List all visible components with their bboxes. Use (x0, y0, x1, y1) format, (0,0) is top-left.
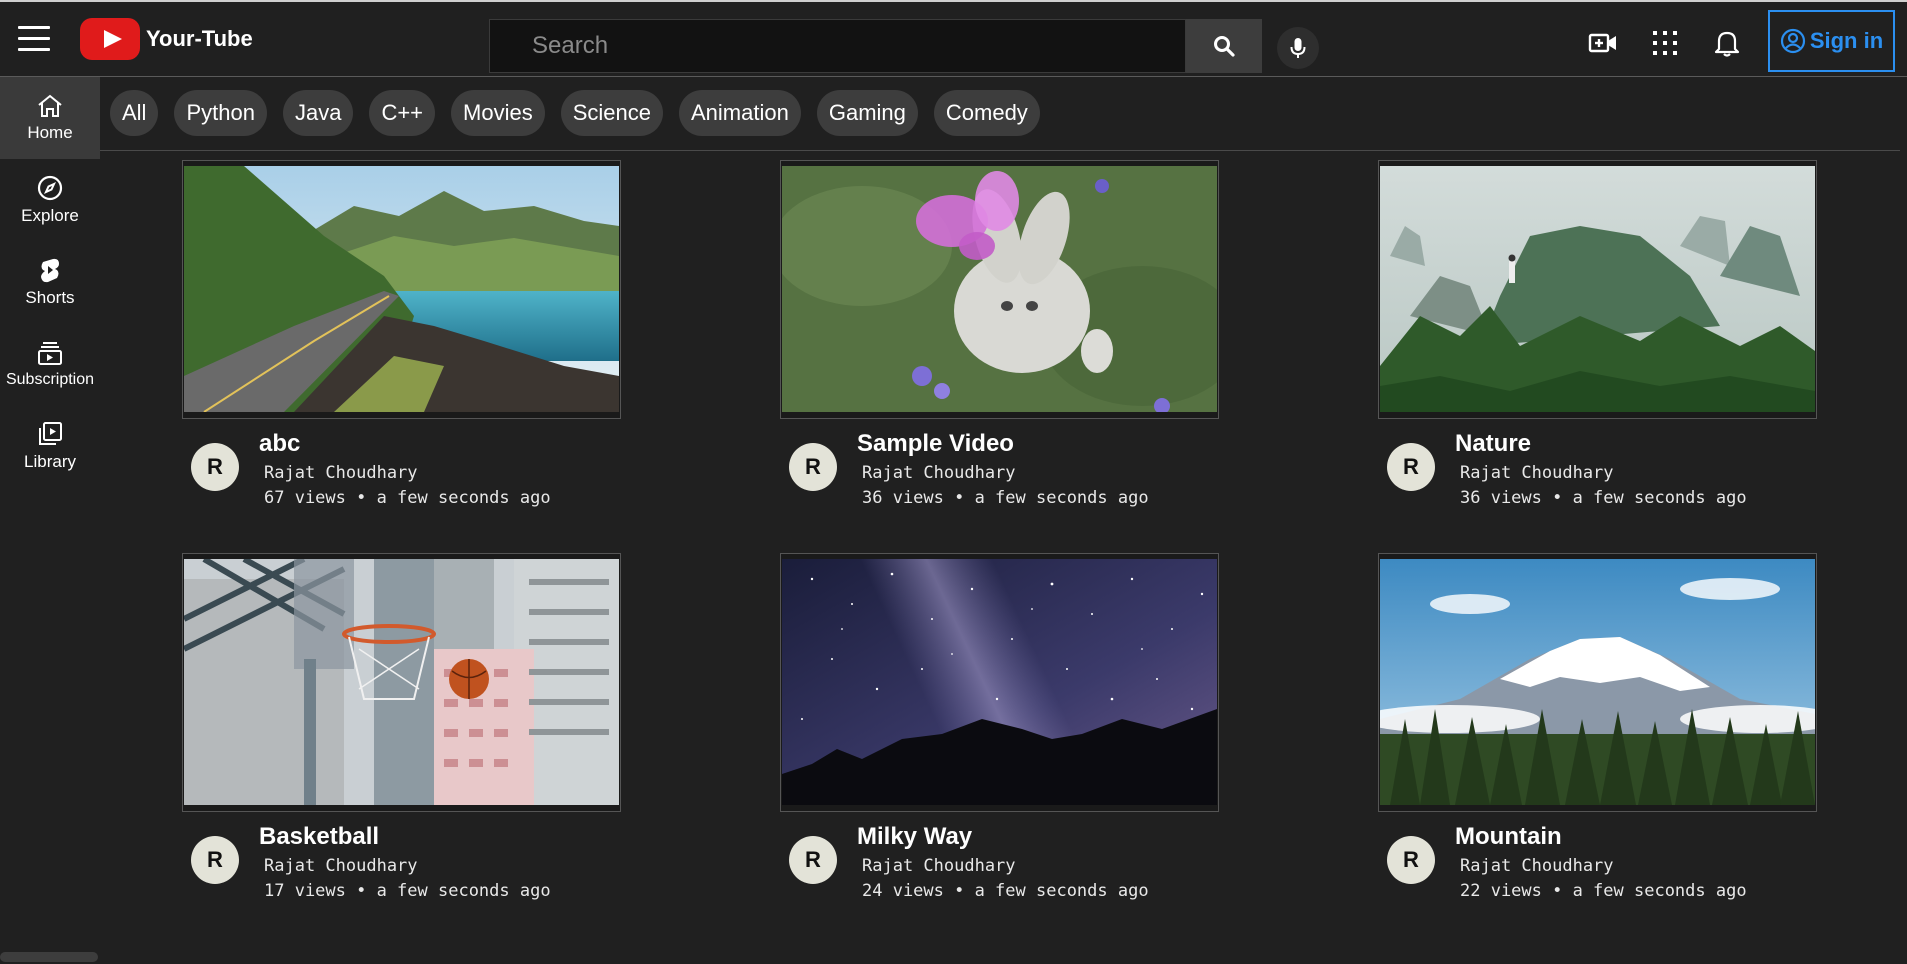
sidebar-item-label: Explore (21, 206, 79, 225)
channel-name[interactable]: Rajat Choudhary (264, 856, 418, 876)
divider (100, 150, 1900, 151)
video-meta: 36 views • a few seconds ago (862, 488, 1149, 508)
video-card[interactable]: R Basketball Rajat Choudhary 17 views • … (182, 553, 621, 923)
coastal-road-thumbnail (184, 166, 619, 412)
video-card[interactable]: R Nature Rajat Choudhary 36 views • a fe… (1378, 160, 1817, 530)
library-icon (39, 422, 62, 445)
account-circle-icon (1780, 28, 1805, 54)
search-button[interactable] (1186, 19, 1262, 73)
channel-avatar[interactable]: R (1387, 836, 1435, 884)
chip-python[interactable]: Python (174, 90, 267, 136)
subscriptions-icon (38, 342, 62, 365)
channel-avatar[interactable]: R (789, 443, 837, 491)
video-title[interactable]: Sample Video (857, 430, 1014, 458)
night-sky-thumbnail (782, 559, 1217, 805)
logo[interactable]: Your-Tube (80, 18, 253, 60)
video-meta: 17 views • a few seconds ago (264, 881, 551, 901)
video-thumbnail[interactable] (182, 553, 621, 812)
video-title[interactable]: Milky Way (857, 823, 972, 851)
video-title[interactable]: Basketball (259, 823, 379, 851)
channel-avatar[interactable]: R (1387, 443, 1435, 491)
snowy-mountain-thumbnail (1380, 559, 1815, 805)
sidebar-item-label: Home (27, 123, 73, 142)
video-thumbnail[interactable] (1378, 553, 1817, 812)
sidebar-scrollbar[interactable] (0, 952, 98, 962)
chip-animation[interactable]: Animation (679, 90, 801, 136)
chip-java[interactable]: Java (282, 90, 354, 136)
bunny-butterfly-thumbnail (782, 166, 1217, 412)
video-meta: 67 views • a few seconds ago (264, 488, 551, 508)
app-name: Your-Tube (146, 26, 253, 51)
video-thumbnail[interactable] (1378, 160, 1817, 419)
chip-movies[interactable]: Movies (451, 90, 545, 136)
video-plus-icon (1588, 33, 1616, 53)
create-video-button[interactable] (1586, 26, 1620, 60)
hamburger-icon[interactable] (18, 26, 50, 54)
apps-grid-icon (1653, 31, 1677, 55)
sidebar-item-explore[interactable]: Explore (0, 159, 100, 241)
channel-name[interactable]: Rajat Choudhary (1460, 463, 1614, 483)
filter-chips: All Python Java C++ Movies Science Anima… (110, 90, 1056, 136)
chip-comedy[interactable]: Comedy (933, 90, 1040, 136)
chip-science[interactable]: Science (560, 90, 663, 136)
compass-icon (37, 175, 63, 201)
video-title[interactable]: Mountain (1455, 823, 1562, 851)
chip-all[interactable]: All (110, 90, 159, 136)
sidebar-item-label: Shorts (25, 288, 75, 307)
sidebar-item-label: Subscription (5, 371, 95, 388)
video-meta: 36 views • a few seconds ago (1460, 488, 1747, 508)
channel-avatar[interactable]: R (789, 836, 837, 884)
home-icon (38, 94, 62, 117)
play-logo-icon (80, 18, 140, 60)
notifications-button[interactable] (1710, 26, 1744, 60)
video-title[interactable]: abc (259, 430, 300, 458)
channel-name[interactable]: Rajat Choudhary (862, 856, 1016, 876)
voice-search-button[interactable] (1277, 27, 1319, 69)
chip-gaming[interactable]: Gaming (816, 90, 918, 136)
sign-in-button[interactable]: Sign in (1768, 10, 1895, 72)
channel-avatar[interactable]: R (191, 836, 239, 884)
sidebar-item-subscription[interactable]: Subscription (0, 323, 100, 405)
video-card[interactable]: R Milky Way Rajat Choudhary 24 views • a… (780, 553, 1219, 923)
search-box (489, 19, 1186, 73)
video-card[interactable]: R abc Rajat Choudhary 67 views • a few s… (182, 160, 621, 530)
bell-icon (1714, 31, 1740, 57)
chip-cpp[interactable]: C++ (369, 90, 436, 136)
video-thumbnail[interactable] (780, 553, 1219, 812)
channel-name[interactable]: Rajat Choudhary (1460, 856, 1614, 876)
search-input[interactable] (490, 20, 1185, 72)
sidebar: Home Explore Shorts Subscription Library (0, 77, 100, 964)
sidebar-item-home[interactable]: Home (0, 77, 100, 159)
channel-avatar[interactable]: R (191, 443, 239, 491)
video-thumbnail[interactable] (780, 160, 1219, 419)
channel-name[interactable]: Rajat Choudhary (264, 463, 418, 483)
video-meta: 24 views • a few seconds ago (862, 881, 1149, 901)
mic-icon (1290, 38, 1306, 58)
top-bar: Your-Tube Search Sign in (0, 0, 1907, 77)
sidebar-item-shorts[interactable]: Shorts (0, 241, 100, 323)
video-meta: 22 views • a few seconds ago (1460, 881, 1747, 901)
video-title[interactable]: Nature (1455, 430, 1531, 458)
sidebar-item-label: Library (24, 452, 76, 471)
video-thumbnail[interactable] (182, 160, 621, 419)
shorts-icon (41, 258, 59, 283)
video-card[interactable]: R Mountain Rajat Choudhary 22 views • a … (1378, 553, 1817, 923)
misty-islands-thumbnail (1380, 166, 1815, 412)
search-icon (1214, 36, 1235, 57)
video-card[interactable]: R Sample Video Rajat Choudhary 36 views … (780, 160, 1219, 530)
sign-in-label: Sign in (1809, 28, 1884, 53)
channel-name[interactable]: Rajat Choudhary (862, 463, 1016, 483)
basketball-hoop-thumbnail (184, 559, 619, 805)
sidebar-item-library[interactable]: Library (0, 405, 100, 487)
apps-button[interactable] (1648, 26, 1682, 60)
